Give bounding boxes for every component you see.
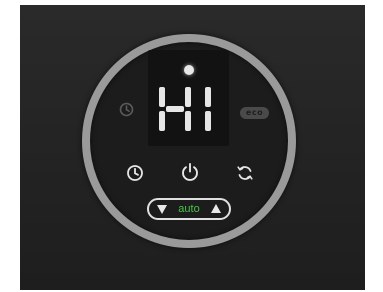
timer-icon: [127, 165, 143, 181]
status-indicator-light: [184, 65, 194, 75]
refresh-icon: [237, 166, 253, 180]
speed-control: auto: [147, 198, 231, 220]
power-icon: [182, 163, 198, 181]
timer-indicator-icon: [119, 102, 134, 117]
timer-button[interactable]: [126, 164, 144, 182]
power-button[interactable]: [180, 162, 200, 182]
cycle-button[interactable]: [236, 164, 254, 182]
speed-up-button[interactable]: [211, 204, 221, 213]
segment-digits-graphic: [159, 87, 211, 131]
eco-indicator: eco: [240, 107, 269, 119]
mode-display: HI: [155, 85, 227, 133]
